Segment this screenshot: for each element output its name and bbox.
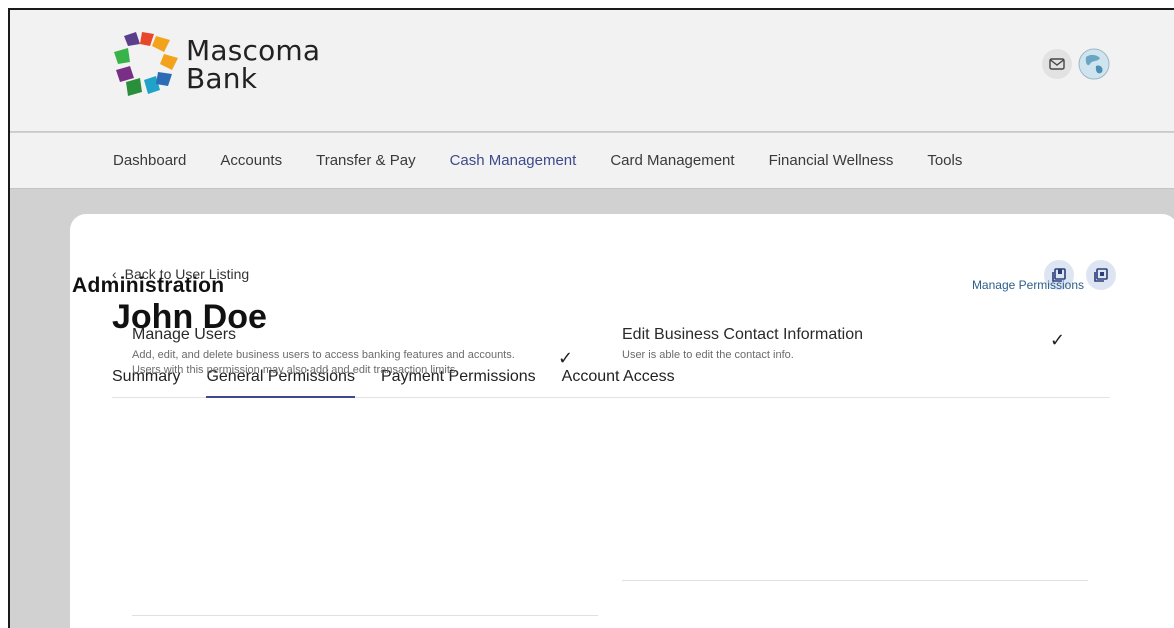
print-icon [1094,268,1108,282]
nav-item-transfer-pay[interactable]: Transfer & Pay [316,152,415,169]
nav-item-accounts[interactable]: Accounts [220,152,282,169]
avatar-globe-icon [1078,48,1110,80]
main-nav: Dashboard Accounts Transfer & Pay Cash M… [10,133,1174,189]
divider [132,615,598,616]
print-button[interactable] [1086,260,1116,290]
permission-description: Add, edit, and delete business users to … [132,349,515,376]
check-icon: ✓ [1050,330,1066,350]
bank-name-line2: Bank [186,62,258,95]
nav-item-tools[interactable]: Tools [927,152,962,169]
mail-button[interactable] [1042,49,1072,79]
nav-item-card-management[interactable]: Card Management [610,152,734,169]
permission-description: User is able to edit the contact info. [622,349,794,361]
bank-name-line1: Mascoma [186,34,321,67]
mascoma-logo-icon [114,32,178,96]
header-icons [1042,48,1110,80]
bank-logo[interactable]: Mascoma Bank [112,32,320,98]
permission-edit-business-contact: Edit Business Contact Information User i… [622,326,1022,363]
permission-name: Edit Business Contact Information [622,326,864,343]
permission-name: Manage Users [132,326,237,343]
avatar[interactable] [1078,48,1110,80]
app-frame: Mascoma Bank Dashboard Accounts Transfer… [8,8,1174,628]
bank-name: Mascoma Bank [186,37,320,93]
divider [622,580,1088,581]
section-title: Administration [72,274,225,297]
mail-icon [1049,58,1065,70]
check-icon: ✓ [558,348,574,368]
nav-item-cash-management[interactable]: Cash Management [450,152,577,169]
manage-permissions-link[interactable]: Manage Permissions [972,278,1084,292]
permission-manage-users: Manage Users Add, edit, and delete busin… [132,326,532,378]
top-header: Mascoma Bank [10,10,1174,132]
nav-item-dashboard[interactable]: Dashboard [113,152,186,169]
user-detail-card: ‹ Back to User Listing John Doe Summary … [70,214,1174,628]
nav-item-financial-wellness[interactable]: Financial Wellness [769,152,894,169]
